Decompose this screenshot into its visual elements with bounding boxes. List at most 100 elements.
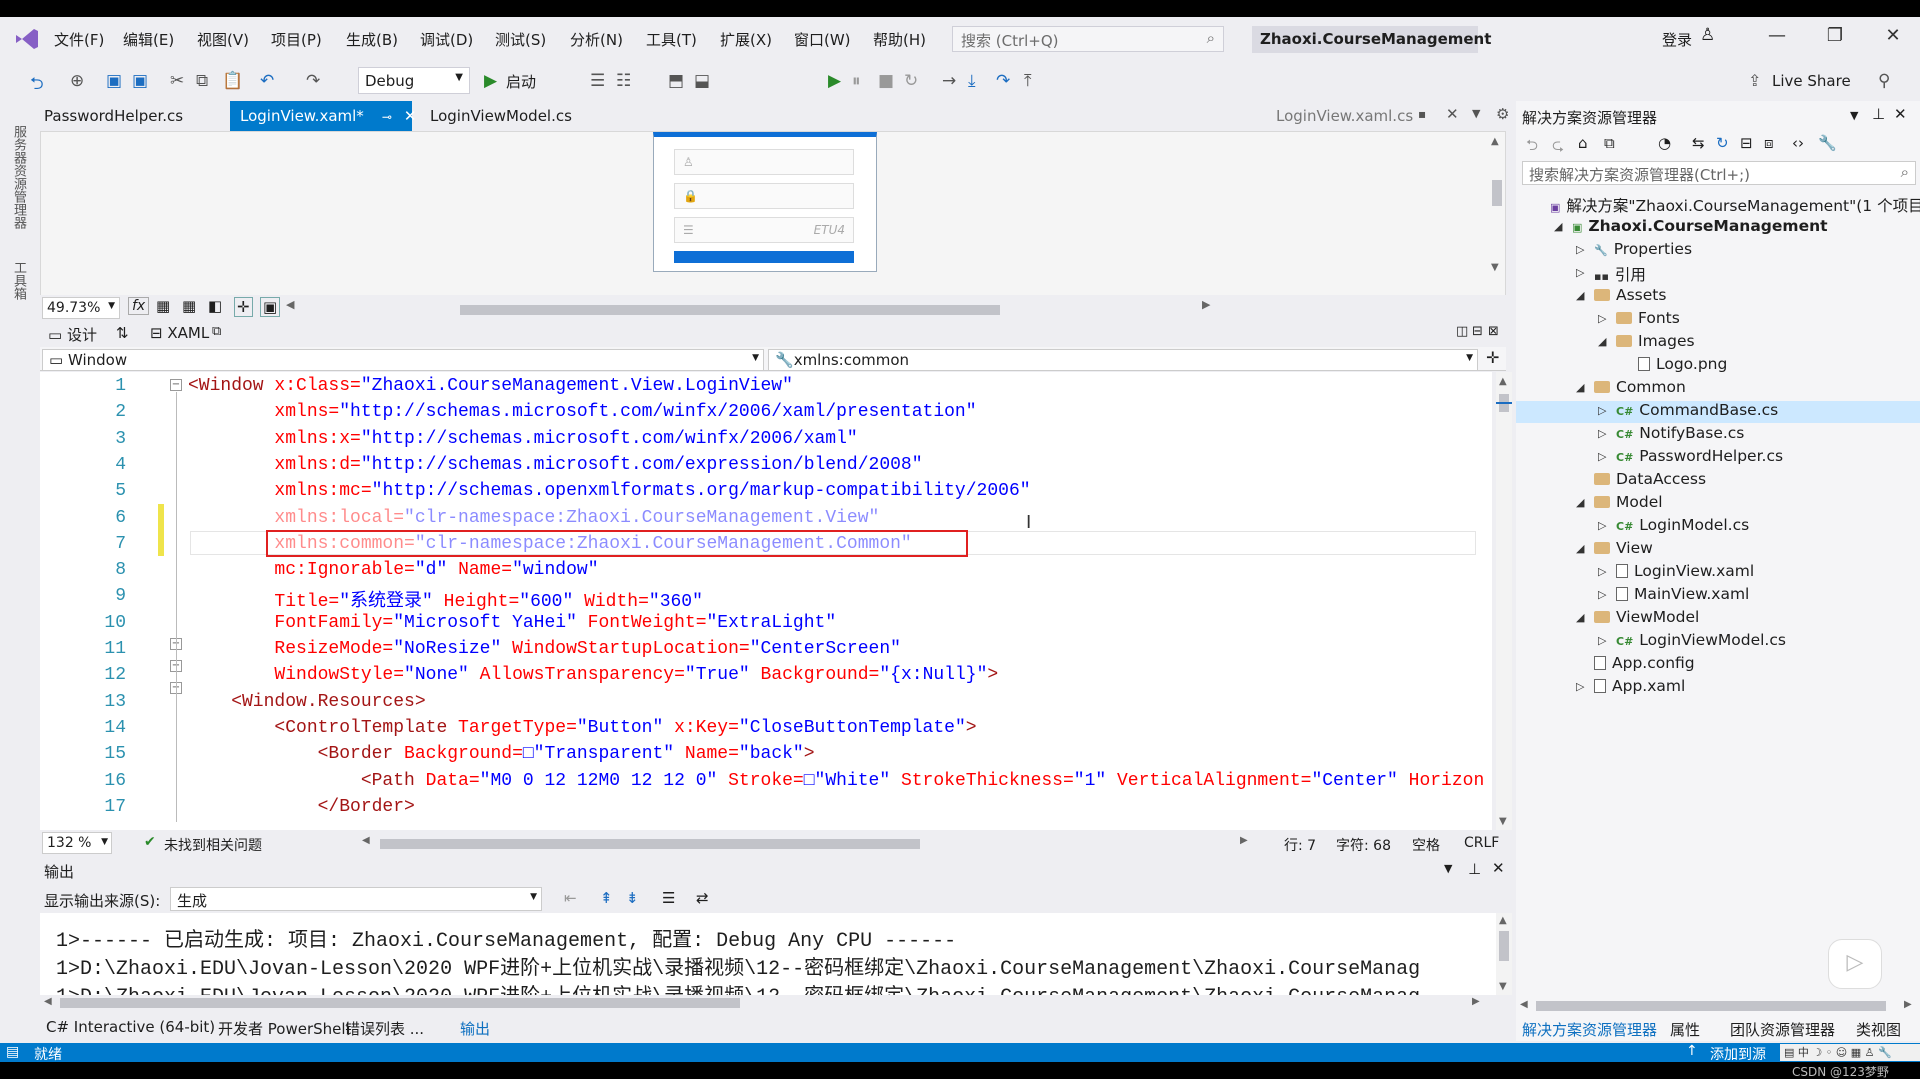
output-tab[interactable]: 输出 [460,1018,490,1039]
output-tab[interactable]: C# Interactive (64-bit) [46,1018,215,1036]
element-select[interactable]: ▭ Window ▼ [42,349,764,371]
paste-icon[interactable]: 📋 [222,71,243,91]
designer-vscroll[interactable] [1492,180,1502,206]
scroll-left-icon[interactable]: ◀ [44,996,52,1007]
stop-icon[interactable]: ■ [878,71,894,91]
pending-changes-icon[interactable]: ◔ [1658,134,1671,152]
right-panel-tab[interactable]: 解决方案资源管理器 [1522,1019,1657,1040]
snap-lines-icon[interactable]: ✛ [234,297,253,317]
editor-zoom-select[interactable]: 132 % ▼ [42,832,112,854]
chevron-down-icon[interactable]: ▼ [1850,109,1858,122]
step-into-icon[interactable]: ⤓ [968,71,976,91]
split-editor-icon[interactable]: ✛ [1486,348,1499,367]
tab-loginviewmodel[interactable]: LoginViewModel.cs [420,101,582,131]
comment-icon[interactable]: ☷ [616,71,631,91]
scroll-down-icon[interactable]: ▼ [1499,816,1507,827]
editor-vscroll[interactable]: ▲ ▼ [1496,372,1512,830]
server-explorer-tab[interactable]: 服务器资源管理器 [9,125,28,229]
find-message-icon[interactable]: ⇤ [564,889,577,907]
chevron-down-icon[interactable]: ▼ [1444,862,1452,875]
menu-item[interactable]: 扩展(X) [720,29,772,50]
collapse-arrow-icon[interactable]: ◢ [1576,611,1584,624]
deploy-icon[interactable]: ⬓ [694,71,710,91]
chevron-down-icon[interactable]: ▼ [1472,107,1480,120]
copy-icon[interactable]: ⧉ [196,71,208,91]
view-code-icon[interactable]: ‹› [1792,134,1804,152]
menu-item[interactable]: 编辑(E) [123,29,174,50]
output-vscroll[interactable]: ▲ ▼ [1496,913,1512,995]
device-icon[interactable]: ▣ [260,297,281,317]
tree-item[interactable]: MainView.xaml [1616,585,1749,603]
show-next-icon[interactable]: → [942,71,956,91]
tree-item[interactable]: Assets [1594,286,1666,304]
close-icon[interactable]: ✕ [404,107,417,125]
pin-icon[interactable]: ⊸ [382,110,392,124]
tree-item[interactable]: App.config [1594,654,1695,672]
tree-item[interactable]: C# CommandBase.cs [1616,401,1778,419]
menu-item[interactable]: 工具(T) [646,29,697,50]
undo-icon[interactable]: ↶ [260,71,274,91]
expand-arrow-icon[interactable]: ▷ [1598,312,1606,325]
right-panel-tab[interactable]: 团队资源管理器 [1730,1019,1835,1040]
sync-icon[interactable]: ⇆ [1692,134,1705,152]
configuration-select[interactable]: Debug ▼ [358,67,470,94]
designer-hscroll[interactable] [460,305,1000,315]
home-icon[interactable]: ⌂ [1578,134,1588,152]
scroll-down-icon[interactable]: ▼ [1499,981,1507,992]
tree-item[interactable]: C# LoginViewModel.cs [1616,631,1786,649]
tree-item[interactable]: Fonts [1616,309,1680,327]
scroll-left-icon[interactable]: ◀ [286,298,294,311]
menu-item[interactable]: 测试(S) [495,29,546,50]
expand-arrow-icon[interactable]: ▷ [1576,680,1584,693]
designer-zoom-select[interactable]: 49.73% ▼ [42,297,120,319]
tree-item[interactable]: View [1594,539,1653,557]
expand-arrow-icon[interactable]: ▷ [1598,634,1606,647]
scroll-thumb[interactable] [1499,931,1509,961]
collapse-arrow-icon[interactable]: ◢ [1598,335,1606,348]
scroll-up-icon[interactable]: ▲ [1491,136,1499,147]
restart-icon[interactable]: ↻ [904,71,918,91]
account-icon[interactable]: ♙ [1700,25,1715,45]
tree-hscroll[interactable] [1536,1001,1886,1011]
menu-item[interactable]: 窗口(W) [794,29,851,50]
output-source-select[interactable]: 生成 ▼ [170,887,542,911]
pause-icon[interactable]: ⏸ [852,71,861,91]
next-message-icon[interactable]: ⇟ [626,889,639,907]
scroll-right-icon[interactable]: ▶ [1240,835,1248,846]
properties-icon[interactable]: 🔧 [1818,134,1837,152]
gear-icon[interactable]: ⚙ [1496,105,1509,123]
xaml-tab[interactable]: ⊟ XAML [150,324,209,342]
tree-item[interactable]: ▪▪ 引用 [1594,263,1646,285]
tree-item[interactable]: 🔧 Properties [1594,240,1692,258]
collapse-pane-icon[interactable]: ⊠ [1488,324,1499,339]
tree-item[interactable]: LoginView.xaml [1616,562,1754,580]
toolbox-tab[interactable]: 工具箱 [9,261,28,300]
output-text[interactable]: 1>------ 已启动生成: 项目: Zhaoxi.CourseManagem… [40,913,1496,995]
switch-views-icon[interactable]: ⧉ [1604,134,1615,152]
scroll-up-icon[interactable]: ▲ [1499,376,1507,387]
start-icon[interactable]: ▶ [484,71,497,91]
floating-play-icon[interactable]: ▷ [1828,939,1882,989]
forward-icon[interactable]: ⊕ [70,71,84,91]
design-tab[interactable]: ▭ 设计 [48,324,97,345]
publish-icon[interactable]: ⬒ [668,71,684,91]
expand-arrow-icon[interactable]: ▷ [1598,427,1606,440]
minimize-button[interactable]: — [1762,25,1792,46]
step-over-icon[interactable]: ↷ [996,71,1010,91]
scroll-right-icon[interactable]: ▶ [1472,996,1480,1007]
xaml-designer[interactable]: ♙ 🔒 ☰ ETU4 ▲ ▼ [40,131,1506,301]
back-icon[interactable]: ⮌ [30,71,44,100]
collapse-arrow-icon[interactable]: ◢ [1576,496,1584,509]
refresh-icon[interactable]: ↻ [1716,134,1729,152]
feedback-icon[interactable]: ⚲ [1878,71,1890,91]
forward-icon[interactable]: ⮎ [1552,135,1564,160]
tree-item[interactable]: ViewModel [1594,608,1699,626]
search-input[interactable]: 搜索 (Ctrl+Q) ⌕ [952,26,1224,52]
scroll-right-icon[interactable]: ▶ [1202,298,1210,311]
add-source-control[interactable]: 添加到源 [1710,1044,1766,1062]
expand-arrow-icon[interactable]: ▷ [1598,450,1606,463]
tree-item[interactable]: App.xaml [1594,677,1685,695]
artboard-icon[interactable]: ◧ [208,297,222,315]
tree-item[interactable]: C# PasswordHelper.cs [1616,447,1783,465]
output-tab[interactable]: 错误列表 ... [345,1018,424,1039]
